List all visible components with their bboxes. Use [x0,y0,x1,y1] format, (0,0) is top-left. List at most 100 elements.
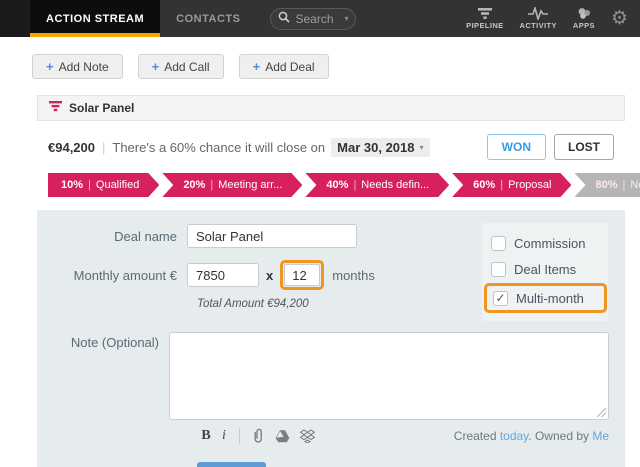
created-link[interactable]: today [500,429,528,443]
stage-label: Needs defin... [361,179,430,191]
deal-card-header: Solar Panel [37,95,625,121]
multi-month-annotation-highlight: ✓ Multi-month [484,283,607,313]
add-deal-label: Add Deal [265,59,315,74]
stage-label: Qualified [95,179,140,191]
add-deal-button[interactable]: + Add Deal [238,54,329,79]
deal-options-panel: Commission Deal Items ✓ Multi-month [482,223,608,321]
multi-month-checkbox-row[interactable]: ✓ Multi-month [493,286,599,310]
multiplier-x: x [266,267,274,283]
toolbar-divider [239,428,240,444]
pipeline-funnel-icon [477,7,493,20]
deal-edit-form: Deal name Monthly amount € x months Tota… [37,210,625,467]
dropbox-icon[interactable] [300,429,315,443]
multi-month-checkbox[interactable]: ✓ [493,290,508,306]
created-prefix: Created [453,429,500,443]
close-date-dropdown[interactable]: Mar 30, 2018 ▾ [331,137,430,157]
deal-amount: €94,200 [48,139,95,155]
deal-name-input[interactable] [187,224,357,248]
deal-items-checkbox-row[interactable]: Deal Items [491,256,599,282]
deal-summary-row: €94,200 | There's a 60% chance it will c… [37,121,625,171]
stage-needs-defined[interactable]: 40% | Needs defin... [305,173,449,197]
stage-negotiation[interactable]: 80% | Negotiation [574,173,640,197]
nav-activity-button[interactable]: ACTIVITY [520,7,557,30]
tab-label: CONTACTS [176,12,241,25]
nav-activity-label: ACTIVITY [519,21,557,30]
stage-percent: 80% [595,179,618,191]
search-caret-down-icon[interactable]: ▾ [344,14,348,23]
stage-meeting-arranged[interactable]: 20% | Meeting arr... [162,173,302,197]
stage-qualified[interactable]: 10% | Qualified [48,173,159,197]
search-icon [278,11,291,26]
add-call-button[interactable]: + Add Call [137,54,224,79]
add-note-label: Add Note [58,59,109,74]
deal-items-checkbox[interactable] [491,261,506,277]
deal-chance-text: There's a 60% chance it will close on [112,139,326,155]
stage-percent: 10% [61,179,84,191]
stage-percent: 40% [326,179,349,191]
stage-separator: | [622,179,626,191]
bold-button[interactable]: B [197,428,215,444]
divider: | [102,139,106,155]
stage-label: Negotiation [630,179,639,191]
nav-pipeline-button[interactable]: PIPELINE [466,7,503,30]
created-owned-meta: Created today. Owned by Me [454,429,609,443]
app-logo-block[interactable] [0,0,30,37]
owner-link[interactable]: Me [592,429,609,443]
tab-label: ACTION STREAM [46,12,145,25]
add-note-button[interactable]: + Add Note [32,54,123,79]
stage-percent: 20% [183,179,206,191]
topbar-right-icons: PIPELINE ACTIVITY APPS ⚙ [466,0,628,37]
stage-proposal[interactable]: 60% | Proposal [452,173,571,197]
won-button[interactable]: WON [486,134,546,160]
activity-pulse-icon [528,7,549,20]
months-input[interactable] [284,264,321,286]
google-drive-icon[interactable] [275,429,290,443]
plus-icon: + [46,59,54,74]
italic-button[interactable]: i [215,428,233,444]
stage-separator: | [500,179,504,191]
pipeline-stages: 10% | Qualified 20% | Meeting arr... 40% | Nee… [37,171,625,210]
stage-separator: | [353,179,357,191]
owned-mid: . Owned by [528,429,593,443]
deal-name-label: Deal name [114,228,177,244]
deal-title: Solar Panel [69,101,135,115]
plus-icon: + [151,59,160,74]
deal-items-label: Deal Items [514,261,577,277]
note-row: Note (Optional) [37,332,609,420]
tab-action-stream[interactable]: ACTION STREAM [30,0,161,37]
caret-down-icon: ▾ [419,142,424,152]
nav-apps-button[interactable]: APPS [573,7,595,30]
save-button[interactable]: Save [197,462,267,467]
nav-apps-label: APPS [572,21,595,30]
deal-funnel-icon [49,99,62,117]
deal-card: Solar Panel €94,200 | There's a 60% chan… [37,95,625,467]
form-actions-row: Save Cancel [197,462,609,467]
check-icon: ✓ [495,291,506,305]
plus-icon: + [252,59,261,74]
note-textarea[interactable] [169,332,609,420]
tab-contacts[interactable]: CONTACTS [160,0,256,37]
commission-label: Commission [514,235,586,251]
note-toolbar: B i Created today. Owned by Me [197,426,609,446]
won-lost-group: WON LOST [486,134,614,160]
settings-gear-icon[interactable]: ⚙ [611,9,628,28]
months-suffix: months [332,267,375,283]
search-placeholder: Search [295,11,334,26]
commission-checkbox[interactable] [491,235,506,251]
attachment-paperclip-icon[interactable] [251,428,265,444]
nav-pipeline-label: PIPELINE [466,21,504,30]
close-date-value: Mar 30, 2018 [337,139,415,155]
stage-separator: | [210,179,214,191]
add-call-label: Add Call [164,59,210,74]
stage-separator: | [88,179,91,191]
search-input[interactable]: Search ▾ [270,7,357,30]
quick-actions-row: + Add Note + Add Call + Add Deal [32,54,640,79]
note-label: Note (Optional) [70,335,159,350]
stage-label: Proposal [508,179,552,191]
commission-checkbox-row[interactable]: Commission [491,230,599,256]
lost-button[interactable]: LOST [554,134,614,160]
multi-month-label: Multi-month [516,290,584,306]
apps-cluster-icon [576,7,592,20]
monthly-amount-input[interactable] [187,263,259,287]
stage-label: Meeting arr... [218,179,283,191]
